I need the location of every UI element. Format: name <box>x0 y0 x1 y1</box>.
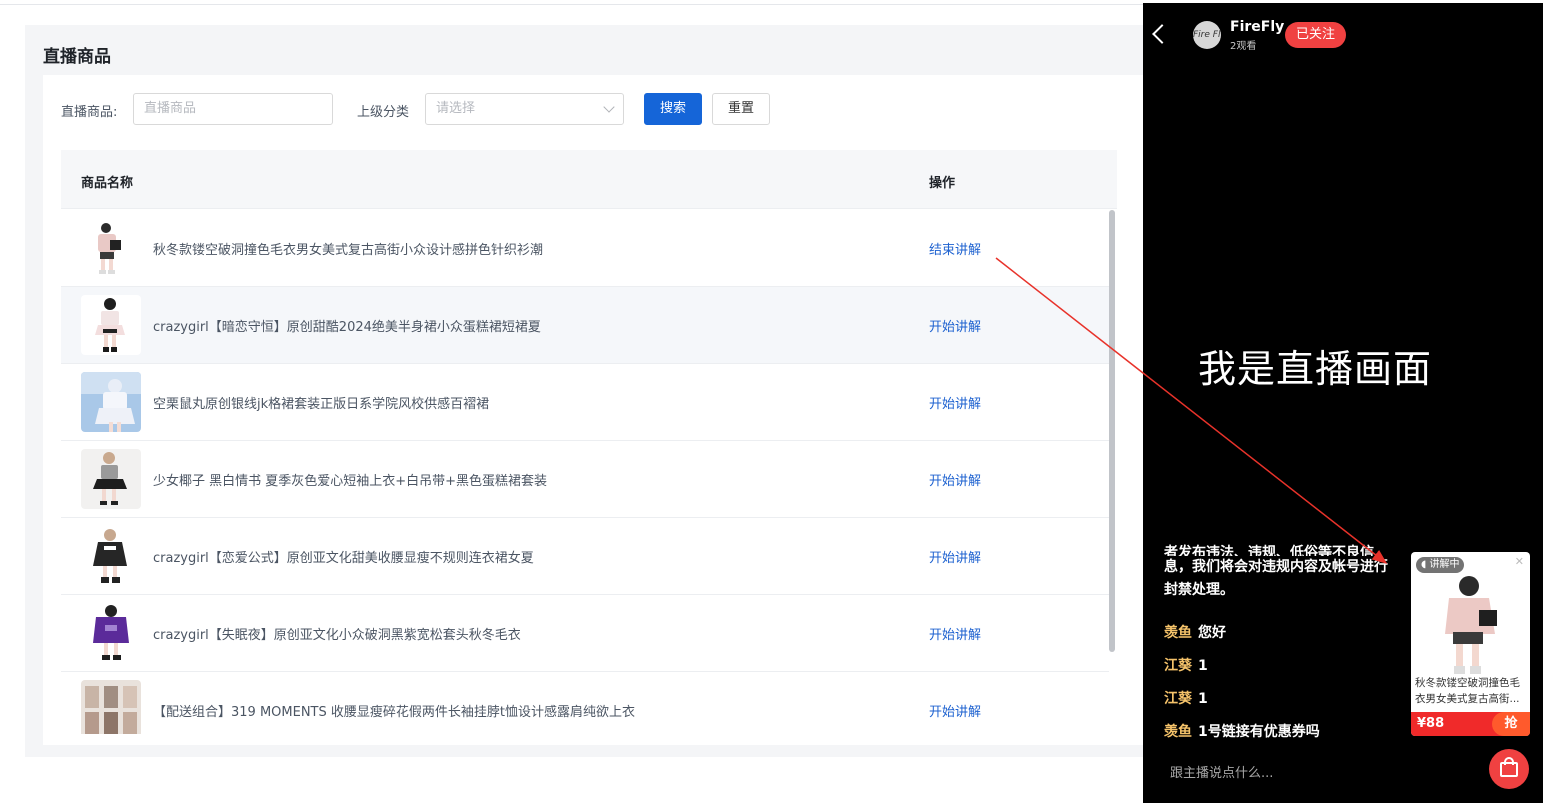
table-row: crazygirl【失眠夜】原创亚文化小众破洞黑紫宽松套头秋冬毛衣 开始讲解 <box>61 595 1109 672</box>
close-icon[interactable]: ✕ <box>1515 555 1524 568</box>
divider <box>0 4 1143 5</box>
explaining-badge: ◖ 讲解中 <box>1416 557 1465 573</box>
category-select[interactable]: 请选择 <box>425 93 624 125</box>
product-thumbnail <box>81 372 141 432</box>
explaining-product-card[interactable]: ◖ 讲解中 ✕ 秋冬款镂空破洞撞色毛衣男女美式复古高街... ¥88 抢 <box>1411 552 1530 736</box>
column-header-name: 商品名称 <box>81 176 134 191</box>
product-name: crazygirl【失眠夜】原创亚文化小众破洞黑紫宽松套头秋冬毛衣 <box>153 628 521 643</box>
chat-user: 江葵 <box>1164 658 1192 674</box>
admin-panel: 直播商品 直播商品: 直播商品 上级分类 请选择 搜索 重置 商品名称 操作 秋… <box>0 0 1143 803</box>
product-name: crazygirl【恋爱公式】原创亚文化甜美收腰显瘦不规则连衣裙女夏 <box>153 551 534 566</box>
system-notice: 者发布违法、违规、低俗等不良信 息，我们将会对违规内容及帐号进行封禁处理。 <box>1164 540 1399 602</box>
category-filter-label: 上级分类 <box>357 105 410 120</box>
sound-icon: ◖ <box>1421 559 1427 570</box>
system-notice-clipped: 者发布违法、违规、低俗等不良信 <box>1164 545 1374 556</box>
system-notice-text: 息，我们将会对违规内容及帐号进行封禁处理。 <box>1164 559 1388 598</box>
start-explain-link[interactable]: 开始讲解 <box>929 624 981 643</box>
chat-text: 1 <box>1198 658 1208 674</box>
category-select-value: 请选择 <box>436 101 476 116</box>
product-name: 空栗鼠丸原创银线jk格裙套装正版日系学院风校供感百褶裙 <box>153 397 490 412</box>
product-thumbnail <box>81 680 141 734</box>
search-button[interactable]: 搜索 <box>644 93 702 125</box>
explaining-badge-label: 讲解中 <box>1429 559 1460 570</box>
product-table: 秋冬款镂空破洞撞色毛衣男女美式复古高街小众设计感拼色针织衫潮 结束讲解 craz… <box>61 210 1117 734</box>
product-filter-label: 直播商品: <box>61 105 118 120</box>
card-price: ¥88 <box>1417 716 1445 731</box>
chat-text: 1 <box>1198 691 1208 707</box>
shopping-bag-icon <box>1500 762 1518 777</box>
chat-user: 羡鱼 <box>1164 625 1192 641</box>
start-explain-link[interactable]: 开始讲解 <box>929 547 981 566</box>
chat-text: 1号链接有优惠券吗 <box>1198 724 1320 740</box>
product-name: 秋冬款镂空破洞撞色毛衣男女美式复古高街小众设计感拼色针织衫潮 <box>153 243 544 258</box>
table-row: 空栗鼠丸原创银线jk格裙套装正版日系学院风校供感百褶裙 开始讲解 <box>61 364 1109 441</box>
table-row: 少女椰子 黑白情书 夏季灰色爱心短袖上衣+白吊带+黑色蛋糕裙套装 开始讲解 <box>61 441 1109 518</box>
chat-message: 羡鱼 您好 <box>1164 622 1226 642</box>
product-thumbnail <box>81 603 141 663</box>
start-explain-link[interactable]: 开始讲解 <box>929 701 981 720</box>
product-thumbnail <box>81 295 141 355</box>
chat-message: 江葵 1 <box>1164 655 1208 675</box>
start-explain-link[interactable]: 开始讲解 <box>929 470 981 489</box>
shopping-bag-button[interactable] <box>1489 749 1529 789</box>
card-product-title: 秋冬款镂空破洞撞色毛衣男女美式复古高街... <box>1415 677 1520 705</box>
anchor-name: FireFly <box>1230 19 1285 35</box>
chat-text: 您好 <box>1198 625 1226 641</box>
product-name: 【配送组合】319 MOMENTS 收腰显瘦碎花假两件长袖挂脖t恤设计感露肩纯欲… <box>153 705 635 720</box>
product-name: crazygirl【暗恋守恒】原创甜酷2024绝美半身裙小众蛋糕裙短裙夏 <box>153 320 541 335</box>
reset-button[interactable]: 重置 <box>712 93 770 125</box>
table-row: 秋冬款镂空破洞撞色毛衣男女美式复古高街小众设计感拼色针织衫潮 结束讲解 <box>61 210 1109 287</box>
chat-message: 羡鱼 1号链接有优惠券吗 <box>1164 721 1320 741</box>
start-explain-link[interactable]: 开始讲解 <box>929 393 981 412</box>
product-name: 少女椰子 黑白情书 夏季灰色爱心短袖上衣+白吊带+黑色蛋糕裙套装 <box>153 474 548 489</box>
chat-message: 江葵 1 <box>1164 688 1208 708</box>
chat-input[interactable]: 跟主播说点什么... <box>1170 762 1273 781</box>
product-thumbnail <box>81 449 141 509</box>
product-search-input[interactable]: 直播商品 <box>133 93 333 125</box>
grab-button[interactable]: 抢 <box>1492 712 1530 736</box>
end-explain-link[interactable]: 结束讲解 <box>929 239 981 258</box>
column-header-action: 操作 <box>929 176 956 191</box>
page-title: 直播商品 <box>43 47 111 67</box>
follow-button[interactable]: 已关注 <box>1285 22 1346 48</box>
table-row: crazygirl【暗恋守恒】原创甜酷2024绝美半身裙小众蛋糕裙短裙夏 开始讲… <box>61 287 1109 364</box>
viewer-count: 2观看 <box>1230 41 1257 52</box>
live-stage-text: 我是直播画面 <box>1198 347 1433 391</box>
table-scrollbar[interactable] <box>1109 210 1115 652</box>
chat-user: 江葵 <box>1164 691 1192 707</box>
table-row: 【配送组合】319 MOMENTS 收腰显瘦碎花假两件长袖挂脖t恤设计感露肩纯欲… <box>61 672 1109 734</box>
chevron-down-icon <box>603 101 615 113</box>
product-thumbnail <box>81 218 141 278</box>
card-price-bar: ¥88 抢 <box>1411 712 1530 736</box>
product-thumbnail <box>81 526 141 586</box>
chat-user: 羡鱼 <box>1164 724 1192 740</box>
table-header: 商品名称 操作 <box>61 150 1117 209</box>
start-explain-link[interactable]: 开始讲解 <box>929 316 981 335</box>
card-product-image <box>1425 570 1517 682</box>
anchor-avatar[interactable]: Fire Fly <box>1193 21 1221 49</box>
table-row: crazygirl【恋爱公式】原创亚文化甜美收腰显瘦不规则连衣裙女夏 开始讲解 <box>61 518 1109 595</box>
